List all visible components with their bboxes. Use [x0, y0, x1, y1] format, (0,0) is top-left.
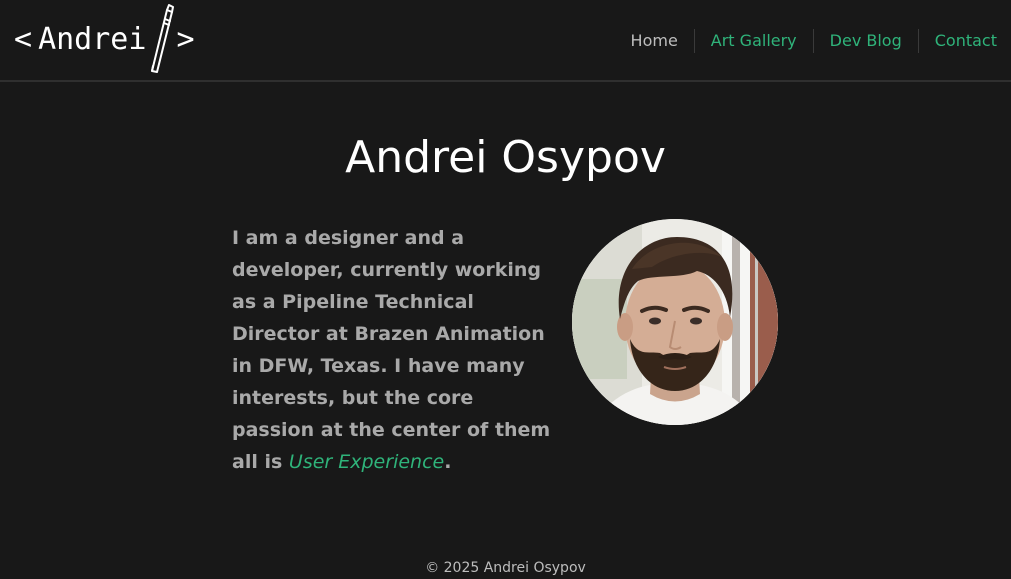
bio-paragraph: I am a designer and a developer, current… — [232, 222, 552, 478]
bio-end: . — [444, 451, 452, 473]
profile-photo — [572, 219, 778, 425]
nav-home[interactable]: Home — [615, 29, 694, 53]
site-logo[interactable]: < Andrei > — [14, 4, 195, 74]
nav-contact[interactable]: Contact — [917, 29, 1011, 53]
nav-art-gallery[interactable]: Art Gallery — [693, 29, 813, 53]
site-header: < Andrei > Home Art Gallery Dev Blog Con… — [0, 0, 1011, 82]
footer-copyright: © 2025 Andrei Osypov — [425, 560, 586, 576]
nav-dev-blog[interactable]: Dev Blog — [812, 29, 918, 53]
bio-text: I am a designer and a developer, current… — [232, 227, 551, 473]
logo-name: Andrei — [38, 21, 147, 57]
logo-right-bracket: > — [176, 21, 195, 57]
page-title: Andrei Osypov — [345, 132, 666, 183]
user-experience-link[interactable]: User Experience — [289, 451, 444, 473]
logo-left-bracket: < — [14, 21, 33, 57]
pen-icon — [148, 4, 175, 74]
main-nav: Home Art Gallery Dev Blog Contact — [615, 29, 1011, 53]
